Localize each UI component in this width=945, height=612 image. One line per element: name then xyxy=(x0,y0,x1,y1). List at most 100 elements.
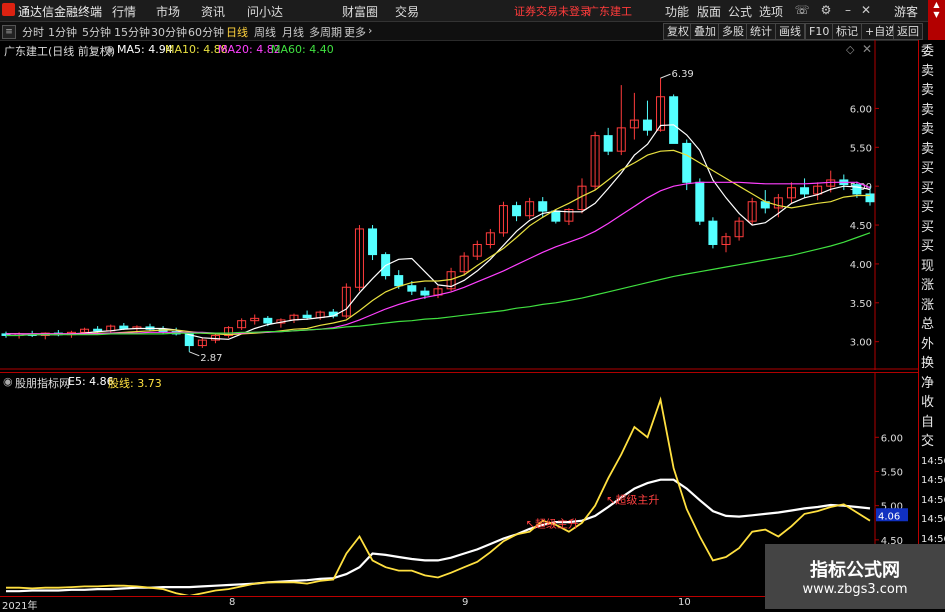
menu-formula[interactable]: 公式 xyxy=(728,3,752,20)
candle-body xyxy=(420,290,430,296)
login-warning[interactable]: 证券交易未登录 xyxy=(514,3,591,19)
side-item-24[interactable]: 14:56 xyxy=(921,511,945,528)
menu-trade[interactable]: 交易 xyxy=(395,3,419,20)
menu-bar: 通达信金融终端 行情 市场 资讯 问小达 财富圈 交易 证券交易未登录 广东建工… xyxy=(0,0,945,22)
btn-overlay[interactable]: 叠加 xyxy=(690,23,720,40)
high-label: 6.39 xyxy=(672,69,694,80)
side-item-23[interactable]: 14:56 xyxy=(921,492,945,509)
menu-market[interactable]: 市场 xyxy=(156,3,180,20)
side-panel-header[interactable]: ▲ ▼ xyxy=(928,0,945,40)
candle-body xyxy=(800,187,810,195)
side-item-1[interactable]: 卖五 xyxy=(921,63,945,80)
side-item-7[interactable]: 买二 xyxy=(921,180,945,197)
menu-layout[interactable]: 版面 xyxy=(697,3,721,20)
candle-body xyxy=(263,317,273,324)
period-15min[interactable]: 15分钟 xyxy=(114,24,150,40)
side-item-12[interactable]: 涨跌 xyxy=(921,277,945,294)
btn-f10[interactable]: F10 xyxy=(805,23,834,40)
candle-body xyxy=(852,184,862,195)
xaxis-label-sep: 9 xyxy=(462,597,469,608)
side-item-6[interactable]: 买一 xyxy=(921,160,945,177)
side-item-8[interactable]: 买三 xyxy=(921,199,945,216)
side-item-18[interactable]: 收益 xyxy=(921,394,945,411)
btn-back[interactable]: 返回 xyxy=(893,23,923,40)
side-item-10[interactable]: 买五 xyxy=(921,238,945,255)
candle-body xyxy=(551,210,561,222)
menu-wealth[interactable]: 财富圈 xyxy=(342,3,378,20)
x-axis: 2021年 8 9 10 xyxy=(0,596,870,612)
period-monthly[interactable]: 月线 xyxy=(282,24,304,40)
side-item-16[interactable]: 换手 xyxy=(921,355,945,372)
period-5min[interactable]: 5分钟 xyxy=(82,24,111,40)
low-label: 2.87 xyxy=(200,353,222,364)
stock-name-top: 广东建工 xyxy=(588,5,632,18)
side-item-19[interactable]: 自动 xyxy=(921,414,945,431)
xaxis-label-aug: 8 xyxy=(229,597,236,608)
close-icon[interactable]: ✕ xyxy=(858,2,874,18)
sub-ytick-label: 5.50 xyxy=(881,467,903,478)
candle-body xyxy=(93,328,103,332)
candle-body xyxy=(695,181,705,222)
period-timeshare[interactable]: 分时 xyxy=(22,24,44,40)
side-item-15[interactable]: 外盘 xyxy=(921,336,945,353)
minimize-icon[interactable]: – xyxy=(840,2,856,18)
candle-body xyxy=(708,220,718,245)
app-title: 通达信金融终端 xyxy=(18,5,103,19)
side-item-22[interactable]: 14:56 xyxy=(921,472,945,489)
menu-news[interactable]: 资讯 xyxy=(201,3,225,20)
period-daily[interactable]: 日线 xyxy=(226,24,248,40)
menu-options[interactable]: 选项 xyxy=(759,3,783,20)
side-item-14[interactable]: 总量 xyxy=(921,316,945,333)
watermark-box: 指标公式网 www.zbgs3.com xyxy=(765,544,945,609)
period-30min[interactable]: 30分钟 xyxy=(151,24,187,40)
candle-body xyxy=(512,205,522,217)
side-item-11[interactable]: 现价 xyxy=(921,258,945,275)
side-item-5[interactable]: 卖一 xyxy=(921,141,945,158)
side-item-3[interactable]: 卖三 xyxy=(921,102,945,119)
app-logo-icon xyxy=(2,3,15,16)
main-ytick-label: 4.50 xyxy=(850,221,872,232)
btn-adjust[interactable]: 复权 xyxy=(663,23,693,40)
side-item-9[interactable]: 买四 xyxy=(921,219,945,236)
period-toolbar: ≡ 分时 1分钟 5分钟 15分钟 30分钟 60分钟 日线 周线 月线 多周期… xyxy=(0,22,945,41)
period-60min[interactable]: 60分钟 xyxy=(188,24,224,40)
period-1min[interactable]: 1分钟 xyxy=(48,24,77,40)
btn-multi-stock[interactable]: 多股 xyxy=(718,23,748,40)
period-weekly[interactable]: 周线 xyxy=(254,24,276,40)
side-item-4[interactable]: 卖二 xyxy=(921,121,945,138)
main-ytick-label: 6.00 xyxy=(850,104,872,115)
indicator-line-e5 xyxy=(6,478,871,593)
side-item-21[interactable]: 14:56 xyxy=(921,453,945,470)
watermark-url: www.zbgs3.com xyxy=(802,582,908,597)
period-more[interactable]: 更多 xyxy=(344,24,366,40)
menu-quotes[interactable]: 行情 xyxy=(112,3,136,20)
side-item-17[interactable]: 净资 xyxy=(921,375,945,392)
signal-tag-1: ↖超级主升 xyxy=(526,517,579,531)
xaxis-label-year: 2021年 xyxy=(2,601,38,612)
candle-body xyxy=(642,119,652,131)
side-item-20[interactable]: 交易 xyxy=(921,433,945,450)
side-item-2[interactable]: 卖四 xyxy=(921,82,945,99)
main-ytick-label: 3.00 xyxy=(850,338,872,349)
btn-mark[interactable]: 标记 xyxy=(832,23,862,40)
btn-draw[interactable]: 画线 xyxy=(775,23,805,40)
menu-ask[interactable]: 问小达 xyxy=(247,3,283,20)
main-ytick-label: 5.50 xyxy=(850,143,872,154)
btn-stats[interactable]: 统计 xyxy=(746,23,776,40)
guest-label[interactable]: 游客 xyxy=(894,3,918,20)
candle-body xyxy=(682,142,692,183)
settings-icon[interactable]: ⚙ xyxy=(818,2,834,18)
side-item-13[interactable]: 涨幅 xyxy=(921,297,945,314)
indicator-line-stock xyxy=(6,396,871,595)
menu-function[interactable]: 功能 xyxy=(665,3,689,20)
candle-body xyxy=(538,201,548,212)
candle-body xyxy=(368,228,378,256)
period-multi[interactable]: 多周期 xyxy=(309,24,342,40)
signal-tag-2: ↖超级主升 xyxy=(606,493,659,507)
candlestick-chart[interactable]: 3.003.504.004.505.005.506.006.392.87 xyxy=(0,40,918,370)
toolbar-menu-icon[interactable]: ≡ xyxy=(2,25,16,39)
watermark-title: 指标公式网 xyxy=(810,560,900,581)
side-item-0[interactable]: 委比 xyxy=(921,43,945,60)
chevron-right-icon[interactable]: › xyxy=(368,24,372,37)
phone-icon[interactable]: ☏ xyxy=(794,2,810,18)
